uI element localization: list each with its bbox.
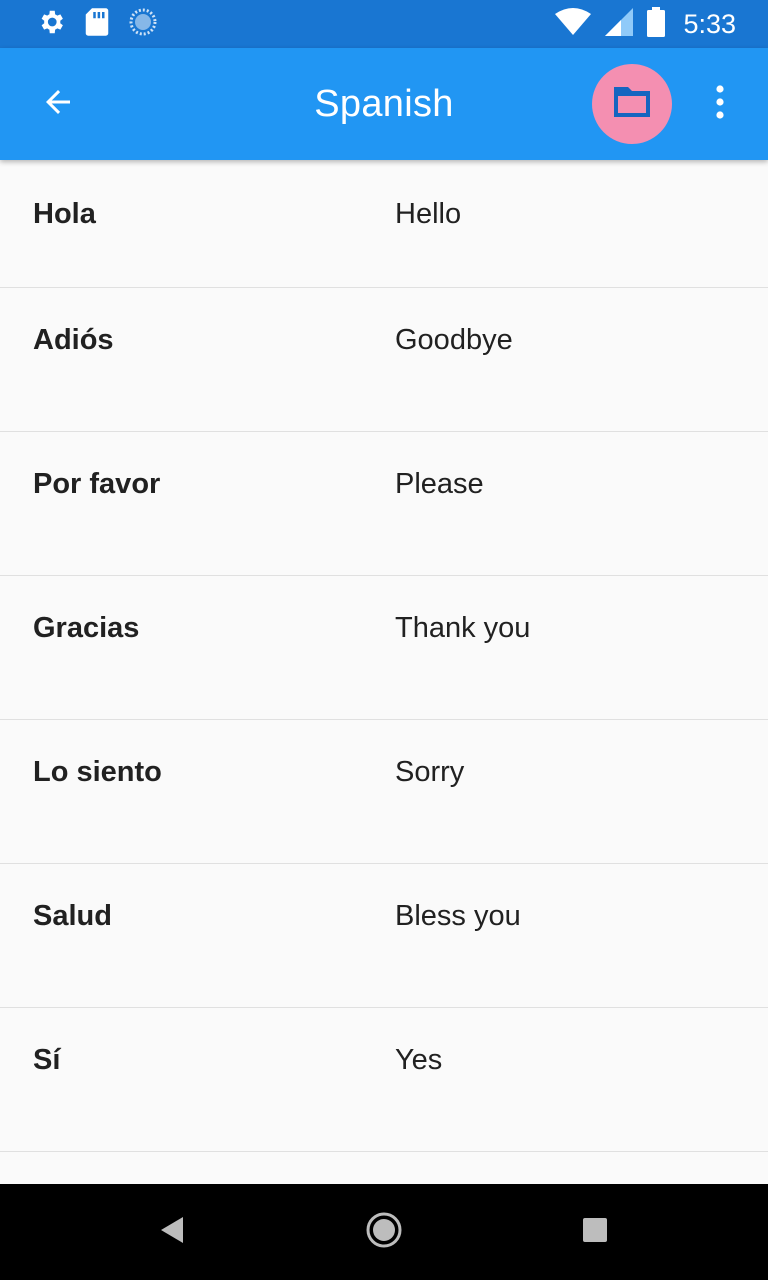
folder-button[interactable] — [592, 64, 672, 144]
nav-home-button[interactable] — [360, 1208, 408, 1256]
list-item[interactable]: Adiós Goodbye — [0, 288, 768, 432]
spanish-phrase: Adiós — [33, 324, 114, 356]
english-translation: Sorry — [395, 756, 465, 788]
sd-card-icon — [84, 7, 110, 42]
back-triangle-icon — [159, 1215, 185, 1250]
english-translation: Please — [395, 468, 484, 500]
nav-back-button[interactable] — [148, 1208, 196, 1256]
folder-icon — [612, 85, 652, 124]
list-item[interactable] — [0, 1152, 768, 1184]
list-item[interactable]: Gracias Thank you — [0, 576, 768, 720]
more-options-button[interactable] — [700, 76, 740, 132]
spanish-phrase: Salud — [33, 900, 112, 932]
list-item[interactable]: Por favor Please — [0, 432, 768, 576]
english-translation: Goodbye — [395, 324, 513, 356]
sync-progress-icon — [128, 7, 158, 42]
more-vert-icon — [714, 84, 726, 125]
wifi-icon — [555, 7, 592, 41]
status-time: 5:33 — [683, 8, 736, 39]
spanish-phrase: Gracias — [33, 612, 140, 644]
navigation-bar — [0, 1184, 768, 1280]
list-item[interactable]: Sí Yes — [0, 1008, 768, 1152]
cell-signal-icon — [605, 7, 634, 41]
spanish-phrase: Por favor — [33, 468, 161, 500]
list-item[interactable]: Salud Bless you — [0, 864, 768, 1008]
list-item[interactable]: Lo siento Sorry — [0, 720, 768, 864]
spanish-phrase: Lo siento — [33, 756, 162, 788]
battery-icon — [647, 6, 666, 42]
home-circle-icon — [364, 1210, 404, 1255]
nav-recents-button[interactable] — [571, 1208, 619, 1256]
english-translation: Hello — [395, 198, 462, 230]
english-translation: Bless you — [395, 900, 521, 932]
status-bar: 5:33 — [0, 0, 768, 48]
english-translation: Yes — [395, 1044, 443, 1076]
list-item[interactable]: Hola Hello — [0, 160, 768, 288]
settings-icon — [36, 7, 66, 42]
spanish-phrase: Sí — [33, 1044, 61, 1076]
phrase-list[interactable]: Hola Hello Adiós Goodbye Por favor Pleas… — [0, 160, 768, 1184]
spanish-phrase: Hola — [33, 198, 96, 230]
app-bar: Spanish — [0, 48, 768, 160]
english-translation: Thank you — [395, 612, 531, 644]
recents-square-icon — [582, 1217, 608, 1248]
